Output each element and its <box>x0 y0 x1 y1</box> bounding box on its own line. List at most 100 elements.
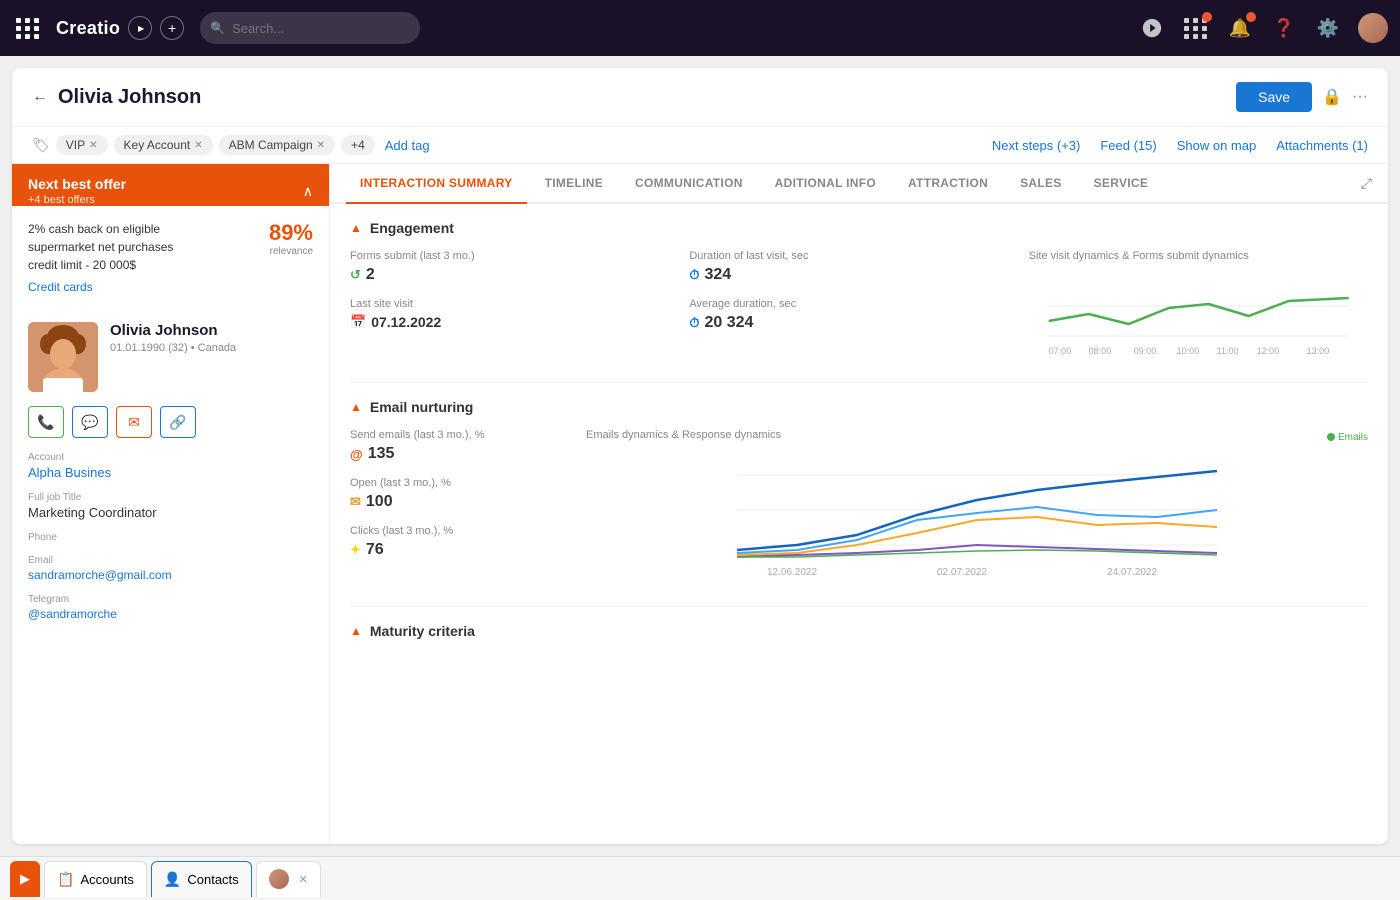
help-icon-button[interactable]: ❓ <box>1270 14 1298 42</box>
offer-title: Next best offer <box>28 176 126 192</box>
tab-additional-info[interactable]: ADITIONAL INFO <box>761 164 890 204</box>
job-title-field: Full job Title Marketing Coordinator <box>28 492 313 520</box>
tags-row: 🏷 VIP ✕ Key Account ✕ ABM Campaign ✕ +4 … <box>12 127 1388 164</box>
tab-attraction[interactable]: ATTRACTION <box>894 164 1002 204</box>
tab-content: ▲ Engagement Forms submit (last 3 mo.) ↺… <box>330 204 1388 844</box>
duration-value: 324 <box>704 266 731 284</box>
tag-abm-close[interactable]: ✕ <box>317 140 325 151</box>
contact-avatar <box>28 322 98 392</box>
tag-key-account-close[interactable]: ✕ <box>194 140 202 151</box>
notifications-icon-button[interactable]: 🔔 <box>1226 14 1254 42</box>
email-arrow-icon: ▲ <box>350 400 362 414</box>
tag-vip-close[interactable]: ✕ <box>89 140 97 151</box>
tab-communication[interactable]: COMMUNICATION <box>621 164 757 204</box>
send-emails-metric: Send emails (last 3 mo.), % @ 135 <box>350 429 570 463</box>
maturity-section-header[interactable]: ▲ Maturity criteria <box>350 623 1368 639</box>
offer-card: Next best offer +4 best offers ∧ 2% cash… <box>12 164 329 308</box>
chat-button[interactable]: 💬 <box>72 406 108 438</box>
taskbar-contacts[interactable]: 👤 Contacts <box>151 861 252 897</box>
tab-service[interactable]: SERVICE <box>1080 164 1163 204</box>
account-value[interactable]: Alpha Busines <box>28 465 313 480</box>
add-button[interactable]: + <box>160 16 184 40</box>
clicks-metric: Clicks (last 3 mo.), % ✦ 76 <box>350 525 570 559</box>
contact-meta: 01.01.1990 (32) • Canada <box>110 342 313 354</box>
settings-icon-button[interactable]: ⚙️ <box>1314 14 1342 42</box>
open-icon: ✉ <box>350 494 361 510</box>
social-button[interactable]: 🔗 <box>160 406 196 438</box>
section-divider-2 <box>350 606 1368 607</box>
last-visit-metric: Last site visit 📅 07.12.2022 <box>350 298 689 330</box>
telegram-value[interactable]: @sandramorche <box>28 607 313 621</box>
feed-link[interactable]: Feed (15) <box>1100 138 1156 153</box>
engagement-arrow-icon: ▲ <box>350 221 362 235</box>
tab-timeline[interactable]: TIMELINE <box>531 164 617 204</box>
add-tag-button[interactable]: Add tag <box>385 138 430 153</box>
calendar-icon: 📅 <box>350 314 366 330</box>
telegram-field: Telegram @sandramorche <box>28 594 313 621</box>
email-value[interactable]: sandramorche@gmail.com <box>28 568 313 582</box>
expand-icon[interactable]: ⤢ <box>1361 175 1372 192</box>
show-on-map-link[interactable]: Show on map <box>1177 138 1257 153</box>
call-button[interactable]: 📞 <box>28 406 64 438</box>
last-visit-value: 07.12.2022 <box>371 314 441 330</box>
clicks-value: 76 <box>366 541 384 559</box>
email-chart: 12.06.2022 02.07.2022 24.07.2022 <box>586 445 1368 585</box>
tag-more[interactable]: +4 <box>341 135 375 155</box>
tag-key-account[interactable]: Key Account ✕ <box>114 135 213 155</box>
apps-grid-icon-button[interactable] <box>1182 14 1210 42</box>
email-nurturing-header[interactable]: ▲ Email nurturing <box>350 399 1368 415</box>
taskbar-olivia[interactable]: ✕ <box>256 861 321 897</box>
save-button[interactable]: Save <box>1236 82 1312 112</box>
tag-icon: 🏷 <box>32 137 50 154</box>
offer-percent: 89% <box>269 220 313 246</box>
section-divider-1 <box>350 382 1368 383</box>
avg-duration-metric: Average duration, sec ⏱ 20 324 <box>689 298 1028 332</box>
engagement-title: Engagement <box>370 220 454 236</box>
send-icon: @ <box>350 447 363 462</box>
tag-vip[interactable]: VIP ✕ <box>56 135 108 155</box>
engagement-section-header[interactable]: ▲ Engagement <box>350 220 1368 236</box>
studio-icon-button[interactable] <box>1138 14 1166 42</box>
attachments-link[interactable]: Attachments (1) <box>1276 138 1368 153</box>
telegram-label: Telegram <box>28 594 313 605</box>
back-button[interactable]: ← <box>32 88 48 106</box>
svg-text:11:00: 11:00 <box>1216 346 1238 356</box>
more-options-icon[interactable]: ··· <box>1352 88 1368 106</box>
tab-interaction-summary[interactable]: INTERACTION SUMMARY <box>346 164 527 204</box>
next-steps-link[interactable]: Next steps (+3) <box>992 138 1081 153</box>
maturity-title: Maturity criteria <box>370 623 475 639</box>
taskbar-accounts[interactable]: 📋 Accounts <box>44 861 147 897</box>
app-logo: Creatio <box>56 18 120 39</box>
email-chart-container: Emails dynamics & Response dynamics Emai… <box>586 429 1368 590</box>
record-title: Olivia Johnson <box>58 86 201 109</box>
lock-icon[interactable]: 🔒 <box>1322 87 1342 107</box>
offer-link[interactable]: Credit cards <box>28 280 188 294</box>
offer-subtitle: +4 best offers <box>28 194 126 206</box>
record-actions: Save 🔒 ··· <box>1236 82 1368 112</box>
apps-menu-button[interactable] <box>12 12 44 44</box>
search-input[interactable] <box>200 12 420 44</box>
forms-value: 2 <box>366 266 375 284</box>
job-value: Marketing Coordinator <box>28 505 313 520</box>
open-emails-value: 100 <box>366 493 393 511</box>
tabs-bar: INTERACTION SUMMARY TIMELINE COMMUNICATI… <box>330 164 1388 204</box>
taskbar-close-icon[interactable]: ✕ <box>299 873 308 886</box>
tab-sales[interactable]: SALES <box>1006 164 1076 204</box>
taskbar-pinned-item[interactable]: ▶ <box>10 861 40 897</box>
email-metrics: Send emails (last 3 mo.), % @ 135 Open (… <box>350 429 570 582</box>
email-button[interactable]: ✉ <box>116 406 152 438</box>
svg-text:10:00: 10:00 <box>1176 346 1199 356</box>
play-button[interactable] <box>128 16 152 40</box>
forms-submit-metric: Forms submit (last 3 mo.) ↺ 2 <box>350 250 689 284</box>
offer-chevron-icon[interactable]: ∧ <box>303 183 313 200</box>
svg-text:02.07.2022: 02.07.2022 <box>937 567 987 578</box>
email-label: Email <box>28 555 313 566</box>
last-visit-duration-metric: Duration of last visit, sec ⏱ 324 <box>689 250 1028 284</box>
svg-text:13:00: 13:00 <box>1306 346 1329 356</box>
top-navigation: Creatio + 🔍 🔔 ❓ ⚙️ <box>0 0 1400 56</box>
contact-name: Olivia Johnson <box>110 322 313 339</box>
open-emails-metric: Open (last 3 mo.), % ✉ 100 <box>350 477 570 511</box>
user-avatar[interactable] <box>1358 13 1388 43</box>
tag-abm-campaign[interactable]: ABM Campaign ✕ <box>219 135 335 155</box>
accounts-label: Accounts <box>80 872 133 887</box>
